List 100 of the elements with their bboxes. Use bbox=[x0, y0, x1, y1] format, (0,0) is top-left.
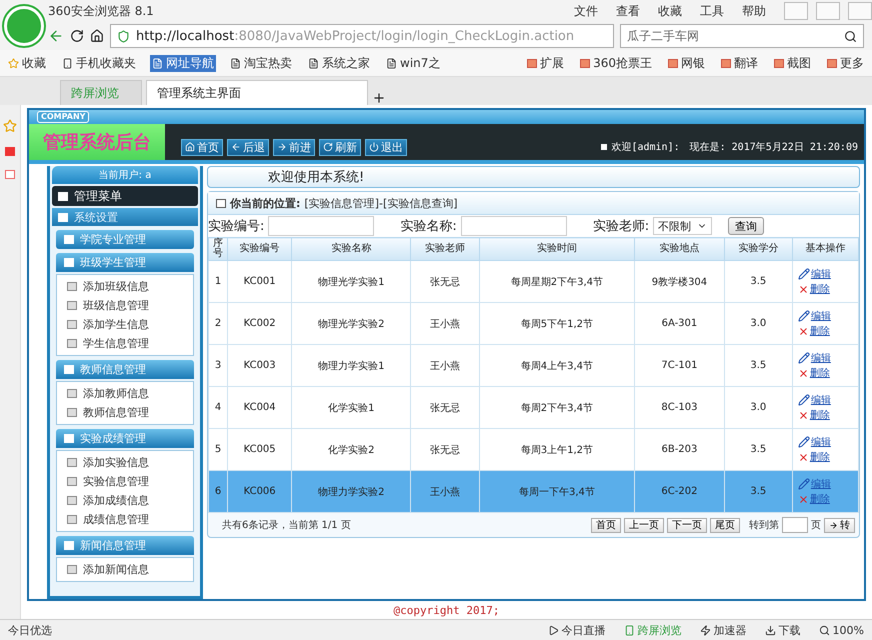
nav-button[interactable]: 前进 bbox=[273, 138, 315, 156]
square-icon bbox=[67, 477, 77, 486]
square-icon[interactable] bbox=[5, 170, 15, 179]
zoom-level[interactable]: 100% bbox=[818, 624, 864, 636]
company-logo: COMPANY bbox=[37, 111, 90, 123]
bookmark-link[interactable]: 手机收藏夹 bbox=[60, 54, 138, 72]
delete-link[interactable]: 删除 bbox=[798, 366, 830, 380]
menu-title: 管理菜单 bbox=[52, 186, 198, 206]
bookmark-link[interactable]: 系统之家 bbox=[306, 54, 372, 72]
menu-item[interactable]: 帮助 bbox=[742, 2, 766, 20]
page-input[interactable] bbox=[782, 517, 808, 533]
minimize-button[interactable] bbox=[784, 2, 808, 20]
bookmark-link[interactable]: win7之 bbox=[384, 54, 442, 72]
menu-item[interactable]: 实验信息管理 bbox=[57, 472, 193, 491]
table-cell: 化学实验2 bbox=[292, 428, 411, 470]
toolbar-item[interactable]: 截图 bbox=[772, 54, 813, 72]
delete-link[interactable]: 删除 bbox=[798, 450, 830, 464]
nav-button[interactable]: 刷新 bbox=[319, 138, 361, 156]
menu-item[interactable]: 添加学生信息 bbox=[57, 315, 193, 334]
menu-item[interactable]: 收藏 bbox=[658, 2, 682, 20]
status-text: 今日优选 bbox=[8, 622, 52, 638]
table-cell: 化学实验1 bbox=[292, 386, 411, 428]
edit-link[interactable]: 编辑 bbox=[798, 393, 831, 407]
star-icon[interactable] bbox=[3, 119, 17, 133]
pager-button[interactable]: 下一页 bbox=[667, 518, 707, 532]
browser-tab[interactable]: 管理系统主界面 bbox=[146, 80, 368, 105]
menu-item[interactable]: 添加成绩信息 bbox=[57, 491, 193, 510]
menu-item[interactable]: 班级信息管理 bbox=[57, 296, 193, 315]
toolbar-item[interactable]: 更多 bbox=[825, 54, 866, 72]
table-cell: 5 bbox=[208, 428, 228, 470]
search-icon bbox=[844, 30, 857, 42]
pager-button[interactable]: 尾页 bbox=[710, 518, 740, 532]
table-cell: 王小燕 bbox=[410, 344, 480, 386]
square-bullet-icon bbox=[601, 144, 608, 150]
arrow-right-icon bbox=[277, 142, 287, 152]
edit-link[interactable]: 编辑 bbox=[798, 267, 831, 281]
input-field[interactable] bbox=[268, 216, 374, 236]
bookmark-link[interactable]: 淘宝热卖 bbox=[228, 54, 294, 72]
menu-item[interactable]: 添加班级信息 bbox=[57, 277, 193, 296]
delete-link[interactable]: 删除 bbox=[798, 408, 830, 422]
query-button[interactable]: 查询 bbox=[728, 217, 764, 235]
toolbar-item[interactable]: 翻译 bbox=[719, 54, 760, 72]
address-field[interactable]: http://localhost:8080/JavaWebProject/login/login_CheckLogin.action bbox=[110, 24, 614, 48]
status-item[interactable]: 下载 bbox=[764, 622, 801, 638]
table-cell: 3.0 bbox=[724, 386, 792, 428]
status-item[interactable]: 今日直播 bbox=[548, 622, 606, 638]
bookmark-link[interactable]: 网址导航 bbox=[150, 54, 216, 72]
close-button[interactable] bbox=[848, 2, 872, 20]
table-cell: 3.5 bbox=[724, 428, 792, 470]
nav-button[interactable]: 首页 bbox=[181, 138, 223, 156]
table-cell: 物理光学实验1 bbox=[292, 260, 411, 302]
square-icon bbox=[64, 258, 74, 267]
toolbar-item[interactable]: 网银 bbox=[666, 54, 707, 72]
menu-item[interactable]: 查看 bbox=[616, 2, 640, 20]
square-icon bbox=[64, 365, 74, 374]
menu-item[interactable]: 工具 bbox=[700, 2, 724, 20]
filter-label: 实验老师: bbox=[592, 218, 650, 235]
table-cell: 每周星期2下午3,4节 bbox=[479, 260, 635, 302]
maximize-button[interactable] bbox=[816, 2, 840, 20]
pager-button[interactable]: 上一页 bbox=[624, 518, 664, 532]
delete-link[interactable]: 删除 bbox=[798, 282, 830, 296]
menu-item[interactable]: 成绩信息管理 bbox=[57, 510, 193, 529]
filter-label: 实验编号: bbox=[208, 218, 264, 235]
delete-link[interactable]: 删除 bbox=[798, 324, 830, 338]
edit-link[interactable]: 编辑 bbox=[798, 309, 831, 323]
table-cell: 张无忌 bbox=[410, 428, 480, 470]
go-button[interactable]: 转 bbox=[824, 518, 855, 532]
edit-link[interactable]: 编辑 bbox=[798, 351, 831, 365]
pencil-icon bbox=[798, 394, 810, 406]
goto-label: 转到第 bbox=[749, 519, 779, 532]
square-icon bbox=[67, 282, 77, 291]
delete-icon bbox=[798, 326, 809, 336]
reload-icon[interactable] bbox=[70, 29, 84, 43]
table-cell: 1 bbox=[208, 260, 228, 302]
download-icon bbox=[764, 624, 776, 636]
nav-button[interactable]: 退出 bbox=[365, 138, 407, 156]
status-item[interactable]: 加速器 bbox=[700, 622, 747, 638]
table-cell: 3 bbox=[208, 344, 228, 386]
menu-item[interactable]: 添加教师信息 bbox=[57, 384, 193, 403]
search-field[interactable]: 瓜子二手车网 bbox=[620, 24, 864, 48]
table-cell: 3.0 bbox=[724, 302, 792, 344]
toolbar-item[interactable]: 扩展 bbox=[525, 54, 566, 72]
menu-item[interactable]: 教师信息管理 bbox=[57, 403, 193, 422]
home-icon[interactable] bbox=[90, 29, 104, 43]
square-icon bbox=[64, 235, 74, 244]
bookmark-link[interactable]: 收藏 bbox=[6, 54, 48, 72]
edit-link[interactable]: 编辑 bbox=[798, 435, 831, 449]
menu-item[interactable]: 文件 bbox=[574, 2, 598, 20]
column-header: 实验编号 bbox=[228, 238, 292, 260]
nav-button[interactable]: 后退 bbox=[227, 138, 269, 156]
menu-item[interactable]: 添加实验信息 bbox=[57, 453, 193, 472]
menu-item[interactable]: 学生信息管理 bbox=[57, 334, 193, 353]
toolbar-item[interactable]: 360抢票王 bbox=[578, 54, 654, 72]
pager-button[interactable]: 首页 bbox=[591, 518, 621, 532]
new-tab-icon[interactable] bbox=[372, 91, 386, 105]
column-header: 实验时间 bbox=[479, 238, 635, 260]
input-field[interactable] bbox=[460, 216, 567, 236]
teacher-dropdown[interactable]: 不限制 bbox=[653, 217, 712, 235]
back-icon[interactable] bbox=[48, 28, 64, 44]
breadcrumb: [实验信息管理]-[实验信息查询] bbox=[304, 196, 458, 210]
